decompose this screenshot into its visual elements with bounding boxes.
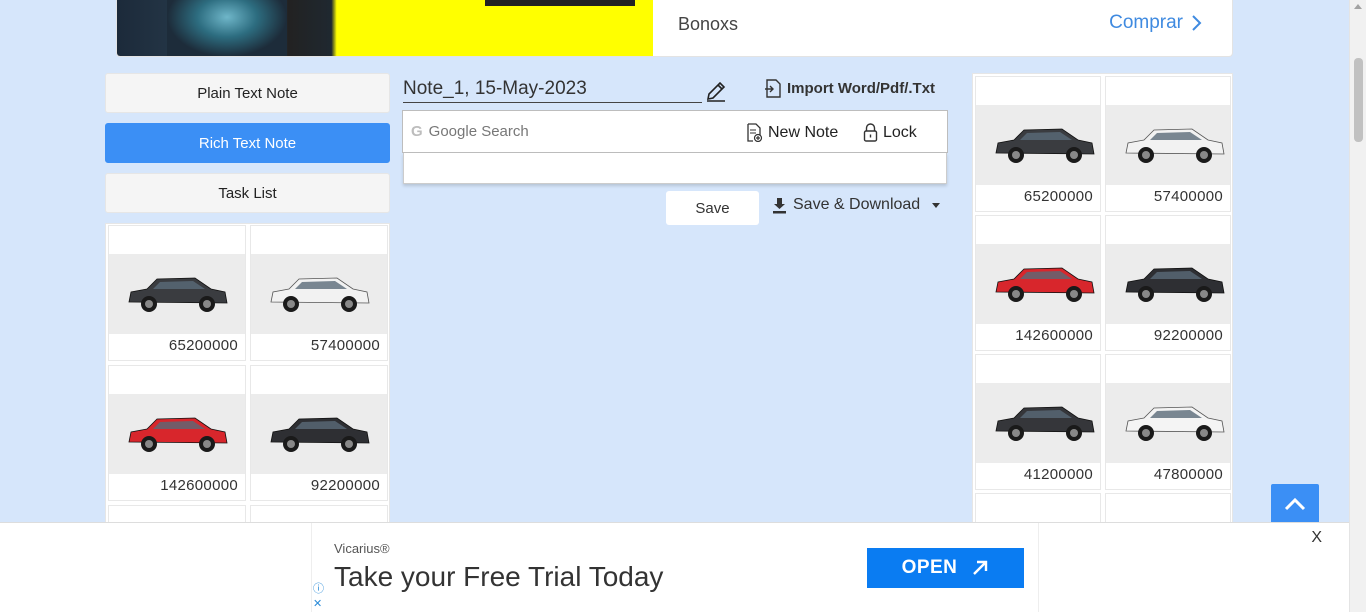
ad-price: 57400000 <box>1153 188 1223 205</box>
chevron-right-icon <box>1192 15 1202 31</box>
scroll-up-arrow-icon[interactable] <box>1354 4 1362 9</box>
save-button[interactable]: Save <box>666 191 759 225</box>
bottom-ad-banner[interactable]: Vicarius® Take your Free Trial Today OPE… <box>0 522 1349 612</box>
car-image <box>1106 383 1230 463</box>
bottom-ad-headline: Take your Free Trial Today <box>334 561 664 592</box>
ad-price: 142600000 <box>160 477 238 494</box>
google-icon: G <box>411 123 423 140</box>
ad-price: 142600000 <box>1015 327 1093 344</box>
ad-price: 41200000 <box>1023 466 1093 483</box>
note-title-field[interactable]: Note_1, 15-May-2023 <box>403 76 702 103</box>
car-image <box>1106 105 1230 185</box>
top-ad-cta[interactable]: Comprar <box>1109 12 1202 34</box>
ad-product-card[interactable]: 57400000 <box>250 225 388 361</box>
new-note-icon <box>747 123 763 142</box>
bottom-ad-open-button[interactable]: OPEN <box>867 548 1024 588</box>
ad-product-card[interactable]: 142600000 <box>108 365 246 501</box>
new-note-button[interactable]: New Note <box>746 123 838 142</box>
ad-close-icon[interactable]: ✕ <box>313 597 324 612</box>
bottom-ad-close-button[interactable]: X <box>1311 529 1322 547</box>
car-image <box>976 105 1100 185</box>
car-image <box>109 254 245 334</box>
save-download-dropdown[interactable]: Save & Download <box>772 196 941 214</box>
google-search-input[interactable]: G Google Search <box>411 123 529 140</box>
lock-button[interactable]: Lock <box>863 123 917 142</box>
car-image <box>976 244 1100 324</box>
ad-info-icon[interactable]: ⓘ <box>313 582 324 597</box>
right-ad-grid[interactable]: ⓘ ✕ 652000005740000014260000092200000412… <box>972 73 1233 612</box>
task-list-button[interactable]: Task List <box>105 173 390 213</box>
ad-product-card[interactable]: 57400000 <box>1105 76 1231 212</box>
editor-toolbar: G Google Search New Note Lock <box>402 110 948 153</box>
ad-price: 57400000 <box>310 337 380 354</box>
ad-price: 65200000 <box>168 337 238 354</box>
top-ad-image <box>117 0 653 56</box>
back-to-top-button[interactable] <box>1271 484 1319 524</box>
lock-icon <box>863 123 878 142</box>
left-ad-grid[interactable]: ⓘ ✕ 65200000 57400000 142600000 92200000 <box>105 223 390 612</box>
pencil-edit-icon[interactable] <box>705 80 727 102</box>
car-image <box>976 383 1100 463</box>
top-ad-banner[interactable]: Bonoxs Comprar <box>116 0 1233 57</box>
car-image <box>109 394 245 474</box>
rich-text-editor-area[interactable] <box>403 153 947 184</box>
bottom-ad-badge[interactable]: ⓘ ✕ <box>313 582 324 612</box>
ad-price: 47800000 <box>1153 466 1223 483</box>
download-icon <box>773 197 786 213</box>
ad-product-card[interactable]: 142600000 <box>975 215 1101 351</box>
ad-product-card[interactable]: 92200000 <box>250 365 388 501</box>
ad-product-card[interactable]: 65200000 <box>975 76 1101 212</box>
ad-price: 65200000 <box>1023 188 1093 205</box>
caret-down-icon <box>932 202 941 208</box>
rich-text-note-button[interactable]: Rich Text Note <box>105 123 390 163</box>
bottom-ad-content[interactable]: Vicarius® Take your Free Trial Today OPE… <box>311 523 1039 612</box>
ad-price: 92200000 <box>310 477 380 494</box>
arrow-up-right-icon <box>973 560 988 575</box>
ad-product-card[interactable]: 65200000 <box>108 225 246 361</box>
bottom-ad-advertiser: Vicarius® <box>334 541 390 556</box>
scrollbar-thumb[interactable] <box>1354 58 1363 142</box>
page-scrollbar[interactable] <box>1349 0 1366 612</box>
ad-product-card[interactable]: 41200000 <box>975 354 1101 490</box>
car-image <box>1106 244 1230 324</box>
import-button[interactable]: Import Word/Pdf/.Txt <box>765 79 935 98</box>
ad-product-card[interactable]: 92200000 <box>1105 215 1231 351</box>
ad-price: 92200000 <box>1153 327 1223 344</box>
chevron-up-icon <box>1284 497 1306 511</box>
plain-text-note-button[interactable]: Plain Text Note <box>105 73 390 113</box>
import-file-icon <box>765 79 781 98</box>
car-image <box>251 394 387 474</box>
car-image <box>251 254 387 334</box>
top-ad-brand: Bonoxs <box>678 14 739 34</box>
ad-product-card[interactable]: 47800000 <box>1105 354 1231 490</box>
